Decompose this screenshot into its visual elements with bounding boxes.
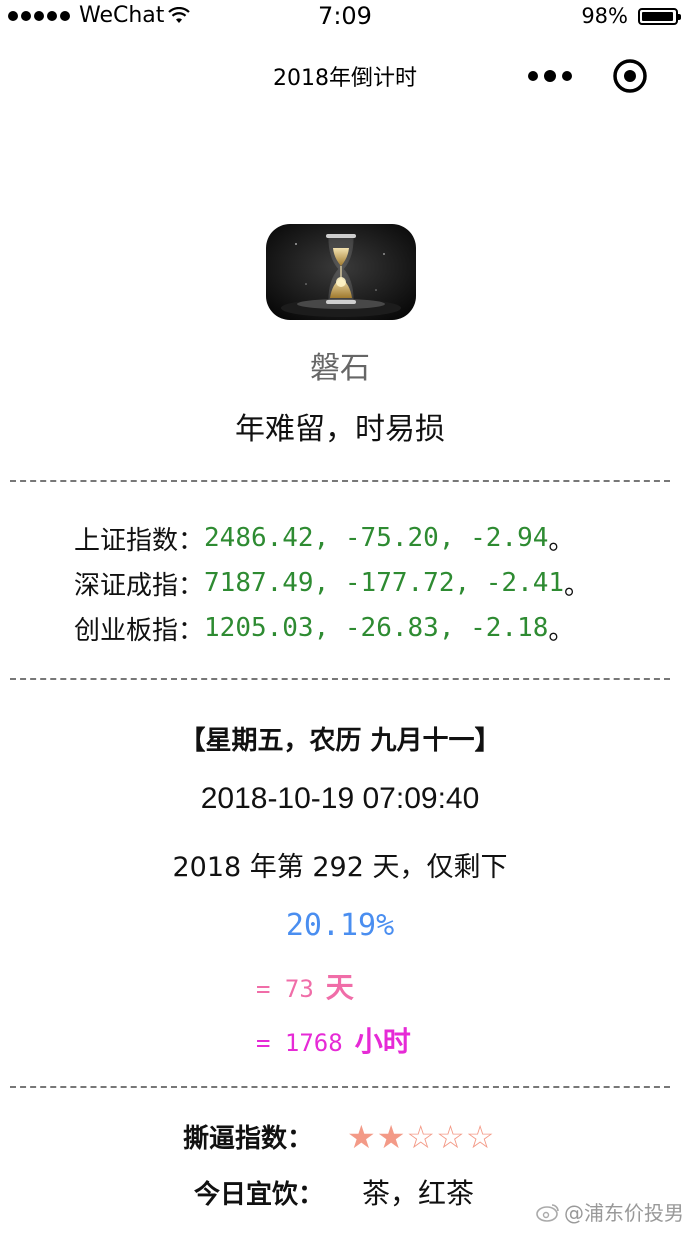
hourglass-logo (266, 224, 416, 320)
more-dot-icon (562, 71, 572, 81)
weibo-icon (536, 1203, 559, 1222)
watermark-text: @浦东价投男 (564, 1201, 684, 1225)
more-dot-icon (544, 70, 556, 82)
index-label: 撕逼指数： (183, 1124, 314, 1154)
hours-remaining: = 1768 小时 (256, 1020, 411, 1060)
stock-label: 创业板指： (74, 615, 205, 646)
stock-values: 2486.42, -75.20, -2.94 (204, 523, 549, 553)
status-bar: WeChat 7:09 98% (0, 0, 690, 34)
page-title: 2018年倒计时 (273, 66, 417, 91)
profile-name: 磐石 (310, 351, 370, 386)
stock-values: 7187.49, -177.72, -2.41 (204, 568, 565, 598)
more-dot-icon (528, 71, 538, 81)
stock-label: 深证成指： (74, 570, 205, 601)
days-remaining: = 73 天 (256, 966, 354, 1006)
more-menu-button[interactable] (528, 64, 572, 88)
stock-end: 。 (548, 525, 575, 556)
stock-row-chinext: 创业板指： 1205.03, -26.83, -2.18 。 (74, 611, 575, 646)
drama-index: 撕逼指数： ★★☆☆☆ (183, 1118, 495, 1155)
percent-remaining: 20.19% (285, 908, 395, 943)
drink-label: 今日宜饮： (194, 1179, 325, 1210)
hourglass-icon (266, 224, 416, 320)
stock-row-shenzhen: 深证成指： 7187.49, -177.72, -2.41 。 (74, 566, 591, 601)
battery-icon (638, 7, 681, 25)
lunar-date: 【星期五，农历 九月十一】 (179, 726, 501, 756)
stock-end: 。 (564, 570, 591, 601)
hours-unit: 小时 (354, 1025, 411, 1058)
days-unit: 天 (325, 971, 354, 1004)
day-of-year: 2018 年第 292 天，仅剩下 (172, 852, 508, 883)
current-datetime: 2018-10-19 07:09:40 (200, 782, 480, 815)
dashed-divider (10, 1086, 670, 1088)
close-miniprogram-icon[interactable] (612, 58, 648, 94)
profile-motto: 年难留，时易损 (235, 412, 445, 447)
drink-suggestion: 今日宜饮： 茶，红茶 (194, 1172, 474, 1212)
nav-bar: 2018年倒计时 (0, 40, 690, 112)
star-empty-icon: ☆☆☆ (406, 1117, 496, 1156)
battery-percent: 98% (581, 4, 628, 28)
stock-label: 上证指数： (74, 525, 205, 556)
days-value: = 73 (256, 975, 314, 1003)
dashed-divider (10, 678, 670, 680)
star-filled-icon: ★★ (347, 1117, 407, 1156)
status-right: 98% (581, 4, 681, 28)
watermark: @浦东价投男 (536, 1197, 684, 1226)
dashed-divider (10, 480, 670, 482)
battery-fill (642, 11, 674, 21)
stock-row-shanghai: 上证指数： 2486.42, -75.20, -2.94 。 (74, 521, 575, 556)
stock-values: 1205.03, -26.83, -2.18 (204, 613, 549, 643)
drink-value: 茶，红茶 (362, 1177, 475, 1210)
hours-value: = 1768 (256, 1029, 343, 1057)
stock-end: 。 (548, 615, 575, 646)
star-rating: ★★☆☆☆ (347, 1120, 495, 1154)
